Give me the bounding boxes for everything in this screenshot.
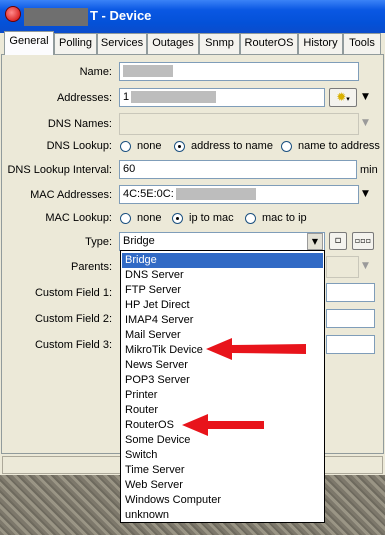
dns-lookup-interval-unit: min (360, 164, 378, 176)
tab-general[interactable]: General (4, 31, 54, 55)
mac-lookup-ip-to-mac-radio[interactable] (172, 213, 183, 224)
arrow-left-icon (206, 338, 306, 360)
tab-polling[interactable]: Polling (54, 33, 97, 54)
mac-addresses-dropdown-icon[interactable]: ▼ (362, 189, 373, 200)
type-option-switch[interactable]: Switch (122, 448, 323, 463)
dns-lookup-label: DNS Lookup: (46, 140, 112, 152)
custom-field-1-input[interactable] (326, 283, 375, 302)
parents-dropdown-icon[interactable]: ▼ (362, 261, 373, 272)
type-select-value: Bridge (123, 235, 155, 247)
tab-history[interactable]: History (298, 33, 343, 54)
type-option-time-server[interactable]: Time Server (122, 463, 323, 478)
dns-lookup-address-to-name-label: address to name (191, 140, 273, 152)
addresses-field[interactable]: 1 (119, 88, 325, 107)
mac-lookup-mac-to-ip-radio[interactable] (245, 213, 256, 224)
type-option-web-server[interactable]: Web Server (122, 478, 323, 493)
tab-tools[interactable]: Tools (343, 33, 381, 54)
type-option-printer[interactable]: Printer (122, 388, 323, 403)
dns-lookup-none-radio[interactable] (120, 141, 131, 152)
dns-names-label: DNS Names: (47, 118, 112, 130)
mac-addresses-label: MAC Addresses: (30, 189, 112, 201)
parents-field[interactable] (326, 256, 359, 278)
mac-addresses-field[interactable]: 4C:5E:0C: (119, 185, 359, 204)
addresses-redaction (131, 91, 217, 103)
tab-services[interactable]: Services (97, 33, 147, 54)
dns-lookup-name-to-address-label: name to address (298, 140, 380, 152)
type-option-windows-computer[interactable]: Windows Computer (122, 493, 323, 508)
dns-lookup-none-label: none (137, 140, 162, 152)
mac-lookup-label: MAC Lookup: (45, 212, 112, 224)
name-field[interactable] (119, 62, 359, 81)
title-redaction (24, 8, 88, 26)
type-option-dns-server[interactable]: DNS Server (122, 268, 323, 283)
tab-routeros[interactable]: RouterOS (240, 33, 298, 54)
dns-lookup-interval-label: DNS Lookup Interval: (7, 164, 112, 176)
parents-label: Parents: (71, 261, 112, 273)
arrow-left-icon (182, 414, 264, 436)
type-option-unknown[interactable]: unknown (122, 508, 323, 523)
dns-lookup-name-to-address-radio[interactable] (281, 141, 292, 152)
custom-field-3-label: Custom Field 3: (34, 339, 112, 351)
type-option-bridge[interactable]: Bridge (122, 253, 323, 268)
addresses-label: Addresses: (56, 92, 112, 104)
mac-addresses-value: 4C:5E:0C: (123, 188, 174, 200)
type-select[interactable]: Bridge (119, 232, 325, 251)
name-redaction (123, 65, 173, 77)
mac-redaction (175, 188, 256, 200)
addresses-value: 1 (123, 91, 130, 103)
type-more-button[interactable]: ▫▫▫ (352, 232, 374, 250)
type-option-imap4-server[interactable]: IMAP4 Server (122, 313, 323, 328)
custom-field-3-input[interactable] (326, 335, 375, 354)
custom-field-2-input[interactable] (326, 309, 375, 328)
window-title: T - Device (90, 8, 152, 23)
dns-names-field[interactable] (119, 113, 359, 135)
triangle-down-icon[interactable]: ▼ (362, 92, 373, 103)
triangle-down-icon: ▼ (311, 237, 319, 246)
mac-lookup-none-radio[interactable] (120, 213, 131, 224)
name-label: Name: (79, 66, 112, 78)
tab-outages[interactable]: Outages (147, 33, 199, 54)
mac-lookup-mac-to-ip-label: mac to ip (262, 212, 307, 224)
dns-lookup-address-to-name-radio[interactable] (174, 141, 185, 152)
type-dropdown-button[interactable]: ▼ (307, 233, 323, 250)
sun-icon: ✹ (336, 90, 347, 104)
mikrotik-dude-icon[interactable] (5, 6, 21, 22)
tab-snmp[interactable]: Snmp (199, 33, 240, 54)
type-label: Type: (85, 236, 112, 248)
type-option-hp-jet-direct[interactable]: HP Jet Direct (122, 298, 323, 313)
mac-lookup-ip-to-mac-label: ip to mac (189, 212, 234, 224)
type-small-button[interactable]: ▫ (329, 232, 347, 250)
address-tool-button[interactable]: ✹▾ (329, 88, 357, 107)
title-bar[interactable]: T - Device (0, 0, 385, 33)
dns-lookup-interval-field[interactable]: 60 (119, 160, 357, 179)
mac-lookup-none-label: none (137, 212, 162, 224)
custom-field-2-label: Custom Field 2: (34, 313, 112, 325)
dns-names-dropdown-icon[interactable]: ▼ (362, 118, 373, 129)
type-option-ftp-server[interactable]: FTP Server (122, 283, 323, 298)
custom-field-1-label: Custom Field 1: (34, 287, 112, 299)
type-option-pop3-server[interactable]: POP3 Server (122, 373, 323, 388)
type-dropdown-list[interactable]: Bridge DNS Server FTP Server HP Jet Dire… (120, 250, 325, 523)
